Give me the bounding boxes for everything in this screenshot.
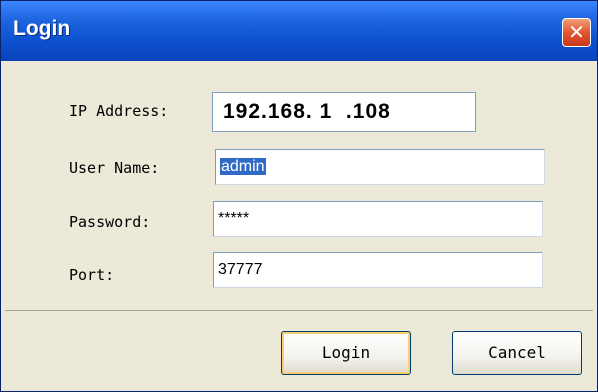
cancel-button[interactable]: Cancel [452,331,582,375]
user-name-label: User Name: [69,159,160,177]
ip-address-label: IP Address: [69,102,169,120]
user-name-input[interactable]: admin [215,149,545,185]
port-label: Port: [69,266,115,284]
user-name-value: admin [220,158,266,175]
close-button[interactable]: ✕ [562,18,591,47]
port-input[interactable]: 37777 [213,252,543,288]
title-bar[interactable]: Login ✕ [1,1,597,61]
login-button[interactable]: Login [281,331,411,375]
login-dialog: Login ✕ IP Address: 192.168. 1 .108 User… [0,0,598,392]
password-label: Password: [69,213,151,231]
dialog-title: Login [13,17,71,40]
password-input[interactable]: ***** [213,201,543,237]
password-value: ***** [218,210,250,227]
close-icon: ✕ [568,20,585,44]
port-value: 37777 [218,261,263,278]
ip-address-input[interactable]: 192.168. 1 .108 [212,92,476,132]
